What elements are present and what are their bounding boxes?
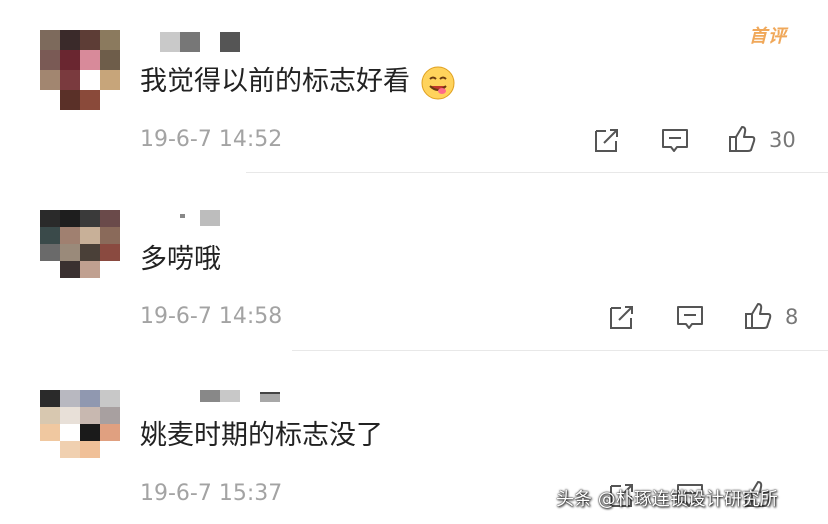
comment-icon[interactable]	[675, 302, 705, 332]
username-redacted[interactable]	[140, 210, 230, 232]
divider	[292, 350, 828, 351]
comment-text: 多唠哦	[140, 244, 221, 275]
share-icon[interactable]	[607, 302, 637, 332]
like-count: 8	[785, 305, 799, 329]
like-count: 30	[769, 128, 796, 152]
comment-feed: 首评 我觉得以前的标志好看 19-6-7 14:52 30 多唠哦 19-6-7…	[0, 0, 828, 524]
username-redacted[interactable]	[140, 32, 250, 54]
watermark: 头条 @朴琢连锁设计研究所	[556, 489, 778, 510]
thumbs-up-icon[interactable]	[727, 124, 757, 154]
comment-time: 19-6-7 15:37	[140, 481, 283, 506]
thumbs-up-icon[interactable]	[743, 301, 773, 331]
username-redacted[interactable]	[140, 390, 290, 412]
avatar[interactable]	[40, 390, 120, 458]
comment-time: 19-6-7 14:58	[140, 304, 283, 329]
first-comment-badge: 首评	[749, 26, 787, 47]
comment-text: 姚麦时期的标志没了	[140, 420, 383, 451]
avatar[interactable]	[40, 210, 120, 278]
share-icon[interactable]	[592, 125, 622, 155]
comment-icon[interactable]	[660, 125, 690, 155]
comment-time: 19-6-7 14:52	[140, 127, 283, 152]
divider	[246, 172, 828, 173]
yum-face-emoji	[421, 66, 455, 99]
avatar[interactable]	[40, 30, 120, 110]
comment-text: 我觉得以前的标志好看	[140, 64, 456, 101]
